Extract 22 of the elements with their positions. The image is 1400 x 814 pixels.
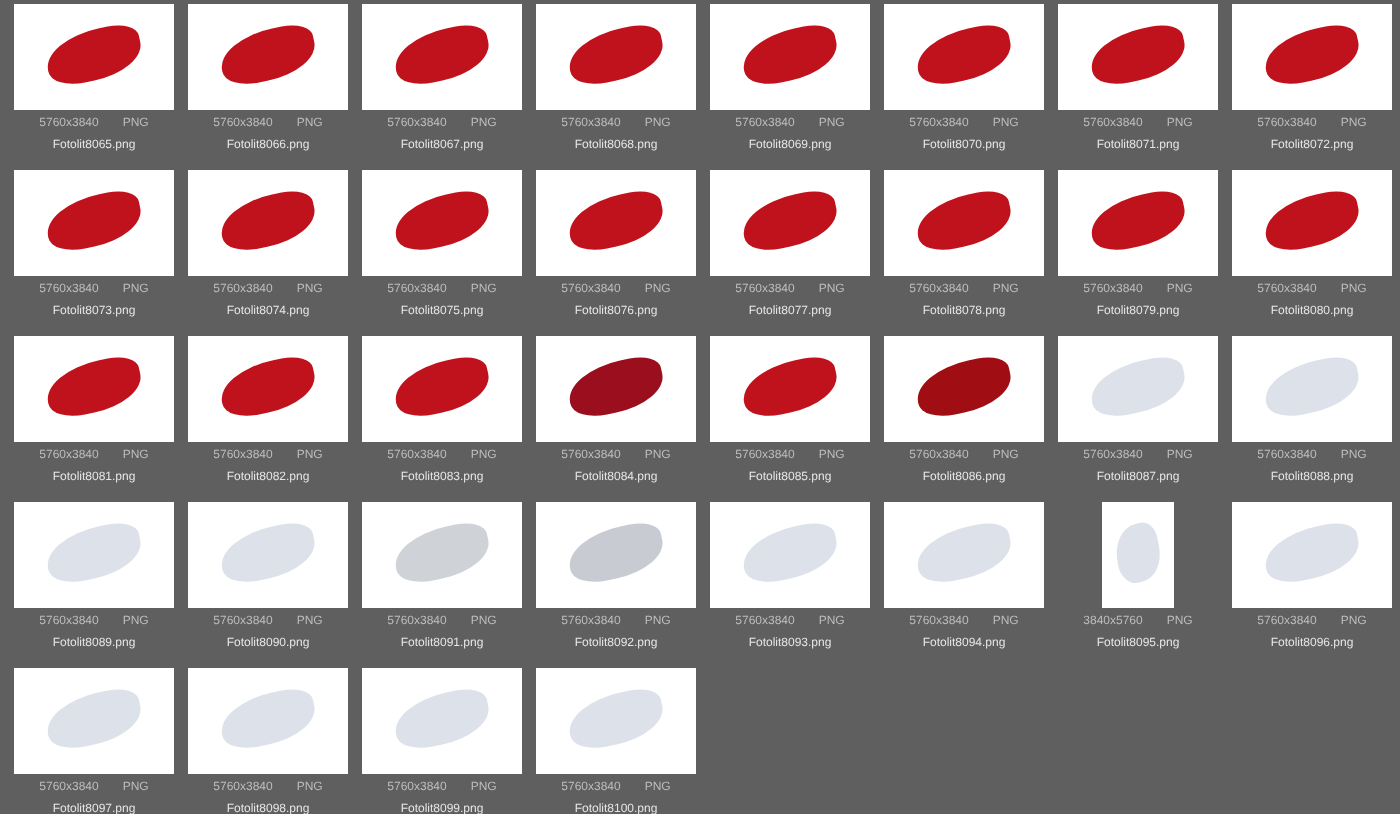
photo-placeholder[interactable] xyxy=(362,169,522,275)
photo-placeholder[interactable] xyxy=(536,335,696,441)
photo-placeholder[interactable] xyxy=(1232,3,1392,109)
photo-placeholder[interactable] xyxy=(188,335,348,441)
photo-placeholder[interactable] xyxy=(884,169,1044,275)
photo-placeholder[interactable] xyxy=(362,3,522,109)
photo-placeholder[interactable] xyxy=(1232,169,1392,275)
photo-placeholder[interactable] xyxy=(710,335,870,441)
photo-placeholder[interactable] xyxy=(536,3,696,109)
photo-placeholder[interactable] xyxy=(710,169,870,275)
photo-placeholder[interactable] xyxy=(710,3,870,109)
photo-placeholder[interactable] xyxy=(14,335,174,441)
photo-placeholder[interactable] xyxy=(14,3,174,109)
photo-placeholder[interactable] xyxy=(884,3,1044,109)
photo-placeholder[interactable] xyxy=(536,169,696,275)
photo-placeholder[interactable] xyxy=(1058,3,1218,109)
photo-placeholder[interactable] xyxy=(188,169,348,275)
photo-placeholder[interactable] xyxy=(1058,169,1218,275)
photo-placeholder[interactable] xyxy=(188,3,348,109)
photo-placeholder[interactable] xyxy=(362,335,522,441)
photo-placeholder[interactable] xyxy=(14,169,174,275)
photo-placeholder[interactable] xyxy=(884,335,1044,441)
